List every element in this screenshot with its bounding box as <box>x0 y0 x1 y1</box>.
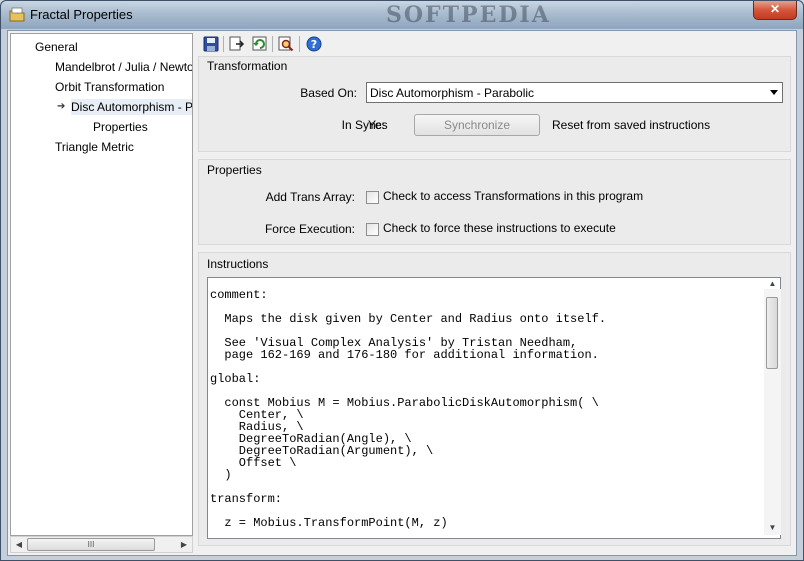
tree-item-properties[interactable]: Properties <box>93 119 148 135</box>
instructions-code[interactable]: comment: Maps the disk given by Center a… <box>208 278 780 529</box>
in-sync-value: Yes <box>368 118 388 132</box>
in-sync-label: In Sync: <box>341 118 385 132</box>
window-title: Fractal Properties <box>30 7 133 22</box>
transformation-group: Transformation Based On: Disc Automorphi… <box>198 56 791 152</box>
help-icon[interactable]: ? <box>305 35 323 53</box>
refresh-icon[interactable] <box>251 35 269 53</box>
fractal-properties-window: Fractal Properties SOFTPEDIA ✕ General M… <box>0 0 804 561</box>
chevron-down-icon[interactable] <box>770 90 778 95</box>
transformation-group-title: Transformation <box>207 59 288 73</box>
add-trans-array-label: Add Trans Array: <box>265 190 355 204</box>
scroll-right-icon[interactable]: ▶ <box>176 537 192 552</box>
tree-expand-arrow-icon[interactable]: ➔ <box>57 99 65 115</box>
based-on-label: Based On: <box>300 86 357 100</box>
force-execution-description: Check to force these instructions to exe… <box>383 221 616 235</box>
save-icon[interactable] <box>202 35 220 53</box>
tree-item-general[interactable]: General <box>35 39 78 55</box>
scroll-thumb[interactable]: III <box>27 538 155 551</box>
find-icon[interactable] <box>277 35 295 53</box>
instructions-editor[interactable]: comment: Maps the disk given by Center a… <box>207 277 781 539</box>
scroll-up-icon[interactable]: ▲ <box>764 277 781 291</box>
synchronize-button[interactable]: Synchronize <box>414 114 540 136</box>
scroll-down-icon[interactable]: ▼ <box>764 521 781 535</box>
close-button[interactable]: ✕ <box>753 1 797 20</box>
watermark-text: SOFTPEDIA <box>386 2 551 28</box>
toolbar-separator <box>299 36 300 52</box>
reset-from-saved-link[interactable]: Reset from saved instructions <box>552 118 710 132</box>
editor-vertical-scrollbar[interactable]: ▲ ▼ <box>764 279 781 535</box>
based-on-value: Disc Automorphism - Parabolic <box>370 86 535 100</box>
tree-item-orbit-transformation[interactable]: Orbit Transformation <box>55 79 164 95</box>
title-bar[interactable]: Fractal Properties SOFTPEDIA ✕ <box>1 1 803 29</box>
tree-item-mandelbrot[interactable]: Mandelbrot / Julia / Newton <box>55 59 192 75</box>
properties-group: Properties Add Trans Array: Check to acc… <box>198 159 791 245</box>
settings-tree: General Mandelbrot / Julia / Newton Orbi… <box>10 33 193 536</box>
tree-horizontal-scrollbar[interactable]: ◀ III ▶ <box>10 536 193 553</box>
tree-item-triangle-metric[interactable]: Triangle Metric <box>55 139 134 155</box>
based-on-dropdown[interactable]: Disc Automorphism - Parabolic <box>366 82 783 103</box>
export-icon[interactable] <box>228 35 246 53</box>
client-area: General Mandelbrot / Julia / Newton Orbi… <box>7 30 797 556</box>
scroll-thumb[interactable] <box>766 297 778 369</box>
svg-text:?: ? <box>311 38 317 51</box>
toolbar: ? <box>198 33 796 55</box>
force-execution-checkbox[interactable] <box>366 223 379 236</box>
force-execution-label: Force Execution: <box>264 222 355 236</box>
toolbar-separator <box>272 36 273 52</box>
tree-item-disc-automorphism[interactable]: Disc Automorphism - Para <box>71 99 192 115</box>
add-trans-array-checkbox[interactable] <box>366 191 379 204</box>
toolbar-separator <box>223 36 224 52</box>
instructions-group-title: Instructions <box>207 257 269 271</box>
folder-icon <box>9 7 25 22</box>
add-trans-array-description: Check to access Transformations in this … <box>383 189 644 203</box>
scroll-left-icon[interactable]: ◀ <box>11 537 27 552</box>
properties-group-title: Properties <box>207 163 262 177</box>
